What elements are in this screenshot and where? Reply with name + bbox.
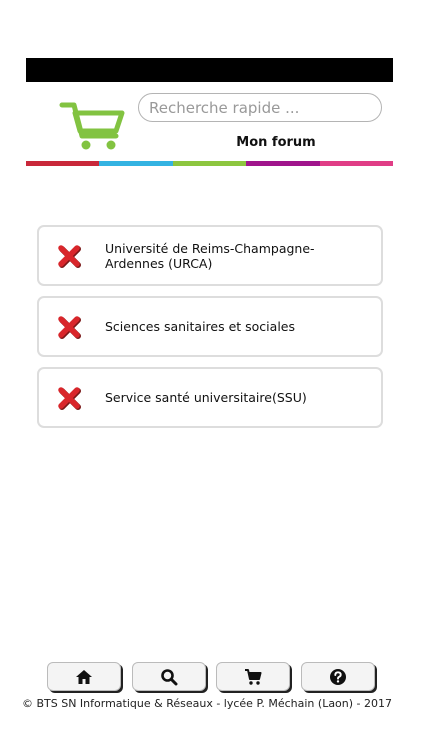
home-button[interactable] [47,662,121,691]
strip-segment-4 [246,161,320,166]
list-item-label: Service santé universitaire(SSU) [105,390,307,405]
quick-search-input[interactable] [138,93,382,122]
my-forum-link[interactable]: Mon forum [218,135,334,150]
color-strip [26,161,394,166]
red-x-icon [58,315,81,339]
strip-segment-5 [319,161,394,166]
red-x-icon [58,244,81,268]
list-item[interactable]: Université de Reims-Champagne-Ardennes (… [37,225,383,286]
cart-icon [245,668,262,685]
top-bar [26,58,393,82]
cart-button[interactable] [216,662,291,691]
search-icon [160,668,178,685]
home-icon [76,669,92,684]
strip-segment-3 [172,161,247,166]
strip-segment-1 [26,161,100,166]
shopping-cart-icon[interactable] [58,100,128,152]
list-item-label: Université de Reims-Champagne-Ardennes (… [105,240,315,271]
list-item-label: Sciences sanitaires et sociales [105,319,295,334]
strip-segment-2 [99,161,173,166]
forum-list: Université de Reims-Champagne-Ardennes (… [37,225,383,438]
footer-nav [47,662,375,693]
help-icon [329,668,346,685]
list-item[interactable]: Sciences sanitaires et sociales [37,296,383,357]
list-item[interactable]: Service santé universitaire(SSU) [37,367,383,428]
red-x-icon [58,386,81,410]
help-button[interactable] [300,662,375,691]
search-button[interactable] [131,662,206,691]
copyright-text: © BTS SN Informatique & Réseaux - lycée … [21,697,393,710]
